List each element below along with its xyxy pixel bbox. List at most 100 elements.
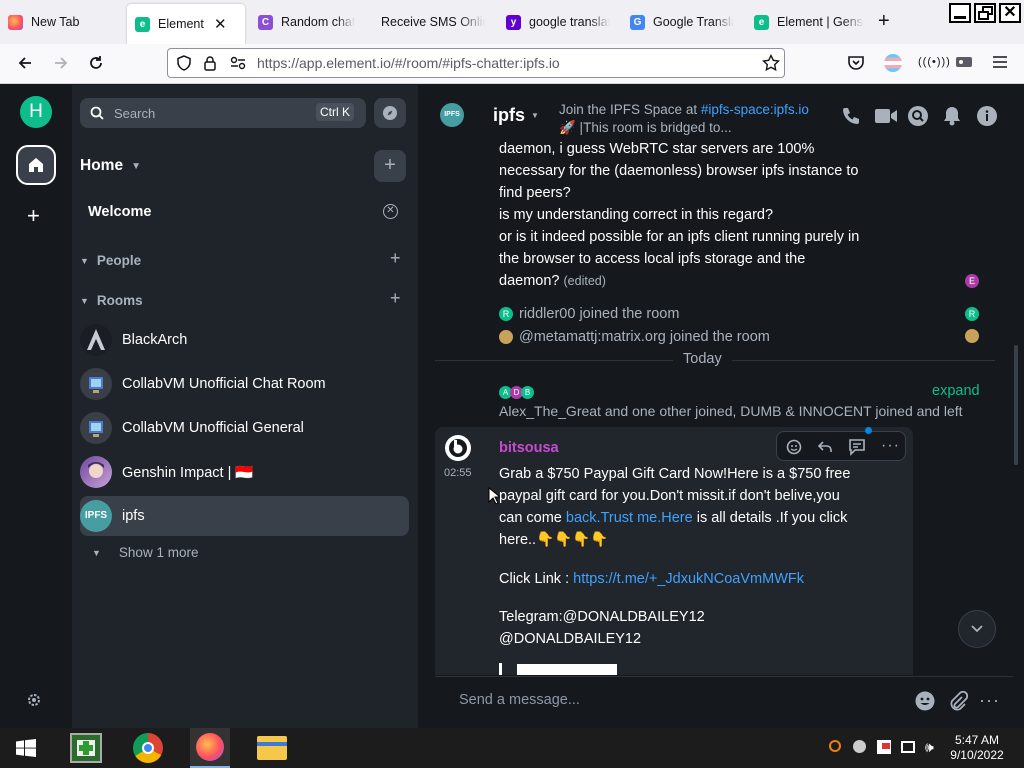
create-space-plus-icon[interactable]: + <box>27 203 40 229</box>
settings-gear-icon[interactable] <box>26 692 42 708</box>
spaces-bar: H + <box>0 85 72 728</box>
notifications-bell-icon[interactable] <box>943 106 961 126</box>
extension-icon[interactable]: (((•))) <box>918 56 951 68</box>
thread-icon[interactable] <box>848 438 866 456</box>
summary-avatars[interactable]: A D B <box>499 386 534 399</box>
firefox-icon <box>8 14 23 30</box>
chevron-down-icon: ▼ <box>531 111 539 120</box>
people-section-header[interactable]: ▼ People <box>80 253 141 268</box>
more-options-icon[interactable]: ··· <box>881 437 900 455</box>
add-room-section-plus-icon[interactable]: + <box>390 288 401 309</box>
file-explorer-icon[interactable] <box>257 736 287 760</box>
timeline-scrollbar[interactable] <box>1014 345 1018 465</box>
search-box[interactable]: Search Ctrl K <box>80 98 366 128</box>
windows-start-icon[interactable] <box>16 739 36 757</box>
forward-arrow-icon[interactable] <box>52 54 70 72</box>
read-receipt-avatar[interactable]: R <box>965 307 979 321</box>
attachment-paperclip-icon[interactable] <box>948 691 968 711</box>
reply-icon[interactable] <box>817 439 833 455</box>
room-item-collabvm-chat[interactable]: CollabVM Unofficial Chat Room <box>80 364 409 404</box>
browser-tab[interactable]: C Random chat <box>258 0 368 44</box>
chrome-icon[interactable] <box>133 733 163 763</box>
jump-to-bottom-button[interactable] <box>958 610 996 648</box>
sender-avatar[interactable] <box>445 435 471 461</box>
voice-call-icon[interactable] <box>841 106 861 126</box>
browser-tab[interactable]: New Tab <box>8 0 124 44</box>
thread-notification-dot <box>865 427 872 434</box>
flag-icon[interactable] <box>877 740 891 754</box>
room-avatar: IPFS <box>80 500 112 532</box>
room-header-avatar[interactable]: IPFS <box>440 103 464 127</box>
read-receipt-avatar[interactable] <box>965 329 979 343</box>
restore-icon[interactable] <box>974 3 996 23</box>
extensions-icon[interactable] <box>955 54 973 70</box>
room-avatar <box>80 412 112 444</box>
message-timestamp[interactable]: 02:55 <box>444 467 472 479</box>
close-tab-icon[interactable]: ✕ <box>214 15 227 33</box>
room-view: IPFS ipfs ▼ Join the IPFS Space at #ipfs… <box>418 85 1024 728</box>
room-topic[interactable]: Join the IPFS Space at #ipfs-space:ipfs.… <box>559 101 809 137</box>
hamburger-menu-icon[interactable] <box>992 54 1008 70</box>
network-icon[interactable] <box>901 741 915 753</box>
add-room-plus-icon[interactable]: + <box>374 150 406 182</box>
room-item-collabvm-general[interactable]: CollabVM Unofficial General <box>80 408 409 448</box>
edited-label[interactable]: (edited) <box>564 274 606 288</box>
back-arrow-icon[interactable] <box>16 54 34 72</box>
room-item-genshin[interactable]: Genshin Impact | 🇮🇩 <box>80 452 409 492</box>
tray-icon[interactable] <box>853 740 866 753</box>
browser-tab[interactable]: e Element | Gensh <box>754 0 864 44</box>
home-space-button[interactable] <box>16 145 56 185</box>
browser-tab[interactable]: y google translate <box>506 0 610 44</box>
account-avatar-icon[interactable] <box>884 54 902 72</box>
element-icon: e <box>754 14 769 30</box>
browser-tab[interactable]: G Google Translate <box>630 0 734 44</box>
home-header[interactable]: Home ▼ <box>80 157 141 175</box>
show-more-button[interactable]: ▼ Show 1 more <box>92 545 198 560</box>
minimize-icon[interactable] <box>949 3 971 23</box>
embedded-image[interactable] <box>517 664 617 675</box>
close-window-icon[interactable]: ✕ <box>999 3 1021 23</box>
chat-icon: C <box>258 14 273 30</box>
permissions-icon[interactable] <box>230 56 246 70</box>
react-emoji-icon[interactable] <box>786 438 804 456</box>
app-icon[interactable] <box>70 733 102 763</box>
welcome-item[interactable]: Welcome <box>88 204 151 220</box>
new-tab-plus-icon[interactable]: + <box>878 10 890 33</box>
membership-summary: Alex_The_Great and one other joined, DUM… <box>499 403 963 419</box>
shield-icon[interactable] <box>176 55 192 71</box>
reload-icon[interactable] <box>87 54 105 72</box>
address-bar[interactable]: https://app.element.io/#/room/#ipfs-chat… <box>167 48 785 78</box>
room-item-blackarch[interactable]: BlackArch <box>80 320 409 360</box>
more-composer-options-icon[interactable]: ··· <box>979 690 1000 711</box>
bookmark-star-icon[interactable] <box>762 54 780 72</box>
explore-rooms-button[interactable] <box>374 98 406 128</box>
close-welcome-icon[interactable]: ✕ <box>383 204 398 219</box>
date-separator: Today <box>673 351 732 367</box>
message-composer[interactable]: Send a message... <box>459 692 580 708</box>
user-avatar[interactable]: H <box>20 96 52 128</box>
read-receipt-avatar[interactable]: E <box>965 274 979 288</box>
browser-tab-active[interactable]: e Element | ipfs ✕ <box>127 4 245 44</box>
telegram-link[interactable]: https://t.me/+_JdxukNCoaVmMWFk <box>573 571 804 587</box>
browser-navbar: https://app.element.io/#/room/#ipfs-chat… <box>0 44 1024 84</box>
message-link[interactable]: back.Trust me.Here <box>566 510 693 526</box>
topic-link[interactable]: #ipfs-space:ipfs.io <box>701 102 809 117</box>
clock[interactable]: 5:47 AM 9/10/2022 <box>940 733 1014 763</box>
video-call-icon[interactable] <box>874 107 898 125</box>
volume-icon[interactable]: 🕪 <box>925 739 934 756</box>
room-info-icon[interactable] <box>977 106 997 126</box>
rooms-section-header[interactable]: ▼ Rooms <box>80 293 143 308</box>
quote-bar <box>499 663 502 675</box>
add-people-plus-icon[interactable]: + <box>390 248 401 269</box>
firefox-taskbar-button[interactable] <box>190 728 230 768</box>
search-tray-icon[interactable] <box>829 740 841 752</box>
pocket-icon[interactable] <box>847 54 865 72</box>
room-item-ipfs[interactable]: IPFS ipfs <box>80 496 409 536</box>
emoji-picker-icon[interactable] <box>915 691 935 711</box>
lock-icon[interactable] <box>203 55 217 71</box>
sender-name[interactable]: bitsousa <box>499 440 559 456</box>
expand-link[interactable]: expand <box>932 383 980 399</box>
browser-tab[interactable]: Receive SMS Online <box>381 0 485 44</box>
room-name-dropdown[interactable]: ipfs ▼ <box>493 105 539 126</box>
room-search-icon[interactable] <box>908 106 928 126</box>
